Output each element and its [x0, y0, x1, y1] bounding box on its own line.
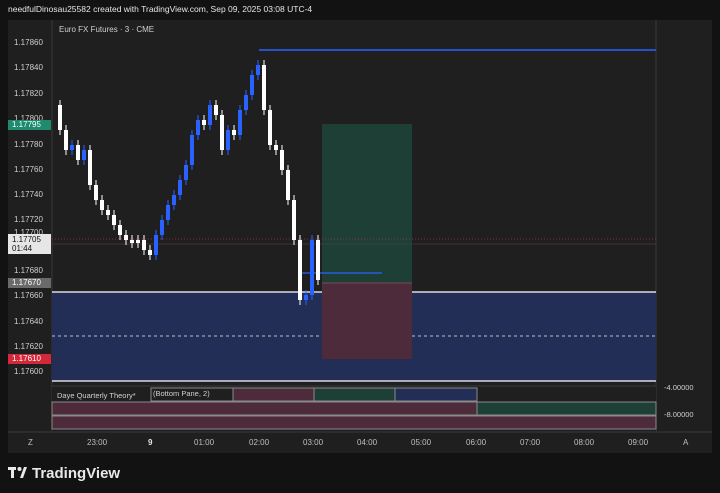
- time-tick: 01:00: [194, 438, 215, 447]
- symbol-title[interactable]: Euro FX Futures · 3 · CME: [59, 25, 154, 34]
- chart-canvas[interactable]: [0, 0, 720, 493]
- price-tick: 1.17680: [14, 266, 43, 275]
- candle-body: [172, 195, 176, 205]
- price-badge-sl: 1.17610: [8, 354, 51, 364]
- candle-body: [112, 215, 116, 225]
- price-badge-tp: 1.17795: [8, 120, 51, 130]
- price-tick: 1.17820: [14, 89, 43, 98]
- time-tick: 07:00: [520, 438, 541, 447]
- candlestick-series: [58, 60, 320, 305]
- time-tick: 06:00: [466, 438, 487, 447]
- auto-scale-button[interactable]: A: [683, 438, 688, 447]
- candle-body: [304, 295, 308, 300]
- candle-body: [256, 65, 260, 75]
- candle-body: [124, 235, 128, 240]
- countdown: 01:44: [12, 244, 33, 253]
- half-box-2: [476, 401, 657, 416]
- candle-body: [202, 120, 206, 125]
- half-box-1: [51, 401, 478, 416]
- candle-body: [238, 110, 242, 135]
- session-box: [51, 415, 657, 430]
- quarter-box-4: [394, 387, 478, 402]
- candle-body: [160, 220, 164, 235]
- candle-body: [190, 135, 194, 165]
- take-profit-zone: [322, 124, 412, 283]
- price-tick: 1.17840: [14, 63, 43, 72]
- candle-body: [82, 150, 86, 160]
- indicator-args[interactable]: (Bottom Pane, 2): [151, 388, 233, 400]
- stop-loss-zone: [322, 283, 412, 359]
- candle-body: [58, 105, 62, 130]
- candle-body: [298, 240, 302, 300]
- candle-body: [76, 145, 80, 160]
- candle-body: [268, 110, 272, 145]
- candle-body: [208, 105, 212, 125]
- candle-body: [250, 75, 254, 95]
- candle-body: [316, 240, 320, 280]
- price-tick: 1.17780: [14, 140, 43, 149]
- indicator-title[interactable]: Daye Quarterly Theory*: [57, 391, 136, 400]
- last-price: 1.17705: [12, 235, 41, 244]
- price-tick: 1.17660: [14, 291, 43, 300]
- candle-body: [262, 65, 266, 110]
- time-tick: 03:00: [303, 438, 324, 447]
- indicator-axis-tick: -8.00000: [664, 410, 694, 419]
- price-tick: 1.17620: [14, 342, 43, 351]
- candle-body: [280, 150, 284, 170]
- candle-body: [88, 150, 92, 185]
- tradingview-logo-icon: [8, 467, 27, 478]
- candle-body: [214, 105, 218, 115]
- candle-body: [244, 95, 248, 110]
- quarter-box-2: [232, 387, 315, 402]
- candle-body: [220, 115, 224, 150]
- price-tick: 1.17640: [14, 317, 43, 326]
- candle-body: [292, 200, 296, 240]
- time-tick: 02:00: [249, 438, 270, 447]
- price-tick: 1.17600: [14, 367, 43, 376]
- candle-body: [100, 200, 104, 210]
- quarter-box-3: [313, 387, 396, 402]
- candle-body: [196, 120, 200, 135]
- timezone-button[interactable]: Z: [28, 438, 33, 447]
- price-badge-entry: 1.17670: [8, 278, 51, 288]
- candle-body: [286, 170, 290, 200]
- time-tick: 23:00: [87, 438, 108, 447]
- price-tick: 1.17860: [14, 38, 43, 47]
- indicator-axis-tick: -4.00000: [664, 383, 694, 392]
- candle-body: [310, 240, 314, 295]
- candle-body: [148, 250, 152, 255]
- candle-body: [232, 130, 236, 135]
- candle-body: [226, 130, 230, 150]
- time-tick: 05:00: [411, 438, 432, 447]
- time-tick: 09:00: [628, 438, 649, 447]
- candle-body: [106, 210, 110, 215]
- price-tick: 1.17760: [14, 165, 43, 174]
- candle-body: [184, 165, 188, 180]
- candle-body: [274, 145, 278, 150]
- time-tick: 08:00: [574, 438, 595, 447]
- candle-body: [136, 240, 140, 243]
- price-tick: 1.17740: [14, 190, 43, 199]
- candle-body: [166, 205, 170, 220]
- candle-body: [130, 240, 134, 243]
- time-tick: 9: [148, 438, 153, 447]
- candle-body: [118, 225, 122, 235]
- candle-body: [142, 240, 146, 250]
- candle-body: [178, 180, 182, 195]
- brand-name: TradingView: [32, 465, 121, 482]
- candle-body: [154, 235, 158, 255]
- price-tick: 1.17720: [14, 215, 43, 224]
- candle-body: [94, 185, 98, 200]
- candle-body: [70, 145, 74, 150]
- time-tick: 04:00: [357, 438, 378, 447]
- price-badge-last: 1.17705 01:44: [8, 234, 51, 254]
- candle-body: [64, 130, 68, 150]
